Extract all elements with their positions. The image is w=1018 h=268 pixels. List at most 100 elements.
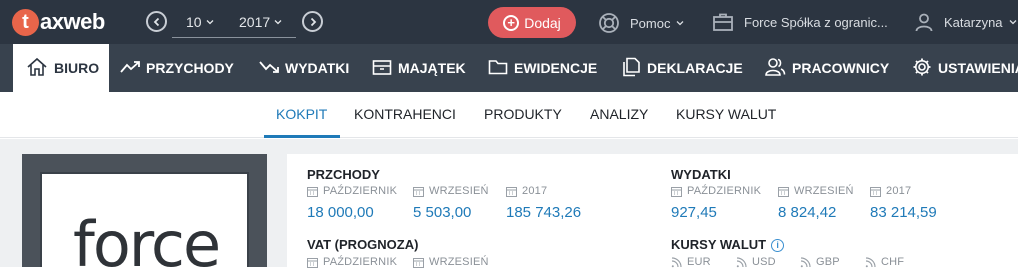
next-period-button[interactable] [302, 11, 323, 32]
nav-item-biuro[interactable]: BIURO [12, 44, 110, 92]
inventory-icon [372, 58, 398, 79]
logo-badge: t [12, 8, 39, 36]
income-value-year[interactable]: 185 743,26 [506, 204, 581, 221]
rss-icon [671, 256, 682, 267]
period-label: PAŹDZIERNIK [687, 185, 762, 197]
nav-item-pracownicy[interactable]: PRACOWNICY [764, 44, 889, 92]
home-icon [26, 57, 54, 80]
nav-label: PRZYCHODY [146, 60, 234, 76]
gear-icon [912, 57, 938, 80]
calendar-icon [413, 257, 424, 268]
nav-item-ustawienia[interactable]: USTAWIENIA [912, 44, 1018, 92]
dashboard-content: force PRZCHODY PAŹDZIERNIK WRZESIEŃ 2017… [0, 139, 1018, 268]
previous-period-button[interactable] [146, 11, 167, 32]
trend-up-icon [120, 60, 146, 77]
currency-code: CHF [881, 256, 905, 268]
tab-analizy[interactable]: ANALIZY [590, 106, 648, 122]
active-tab-indicator [264, 135, 340, 138]
currency-code: GBP [816, 256, 840, 268]
income-title: PRZCHODY [307, 167, 380, 182]
nav-label: DEKLARACJE [647, 60, 743, 76]
help-label: Pomoc [630, 15, 671, 31]
period-label: 2017 [886, 185, 912, 197]
people-icon [764, 57, 792, 80]
rate-chf[interactable]: CHF [865, 256, 904, 268]
calendar-icon [778, 186, 789, 197]
income-period-month: PAŹDZIERNIK [307, 185, 397, 197]
info-icon[interactable]: i [771, 239, 785, 252]
expenses-period-month: PAŹDZIERNIK [671, 185, 761, 197]
expenses-value-month[interactable]: 927,45 [671, 204, 717, 221]
rss-icon [736, 256, 747, 267]
chevron-left-icon [153, 17, 159, 26]
nav-label: BIURO [54, 60, 100, 76]
company-logo-text: force [73, 208, 221, 268]
calendar-icon [506, 186, 517, 197]
company-name: Force Spółka z ogranic... [744, 14, 888, 30]
logo-text: axweb [40, 9, 105, 34]
expenses-title: WYDATKI [671, 167, 731, 182]
expenses-value-prev-month[interactable]: 8 824,42 [778, 204, 836, 221]
briefcase-icon [713, 13, 733, 31]
top-bar: t axweb 10 2017 + Dodaj Pomoc Force Spół… [0, 0, 1018, 44]
rates-title: KURSY WALUT i [671, 237, 785, 252]
add-button[interactable]: + Dodaj [488, 7, 576, 38]
rate-gbp[interactable]: GBP [800, 256, 840, 268]
add-button-label: Dodaj [524, 14, 561, 31]
user-menu[interactable]: Katarzyna [914, 12, 1018, 32]
nav-item-majatek[interactable]: MAJĄTEK [372, 44, 466, 92]
income-value-prev-month[interactable]: 5 503,00 [413, 204, 471, 221]
vat-period-month: PAŹDZIERNIK [307, 256, 397, 268]
chevron-right-icon [310, 17, 316, 26]
company-logo: force [73, 214, 221, 268]
expenses-period-year: 2017 [870, 185, 911, 197]
rate-eur[interactable]: EUR [671, 256, 711, 268]
calendar-icon [870, 186, 881, 197]
income-period-prev-month: WRZESIEŃ [413, 185, 489, 197]
main-navigation: BIURO PRZYCHODY WYDATKI MAJĄTEK EWIDENCJ… [0, 44, 1018, 92]
nav-label: PRACOWNICY [792, 60, 890, 76]
company-menu[interactable]: Force Spółka z ogranic... [712, 12, 888, 32]
rates-title-text: KURSY WALUT [671, 237, 767, 252]
rate-usd[interactable]: USD [736, 256, 776, 268]
documents-icon [621, 57, 647, 80]
nav-item-deklaracje[interactable]: DEKLARACJE [621, 44, 743, 92]
period-selector: 10 2017 [172, 10, 296, 38]
chevron-down-icon [677, 21, 684, 26]
help-menu[interactable]: Pomoc [598, 12, 694, 34]
summary-panel: PRZCHODY PAŹDZIERNIK WRZESIEŃ 2017 18 00… [287, 154, 1018, 268]
user-name: Katarzyna [944, 14, 1003, 30]
period-label: WRZESIEŃ [794, 185, 854, 197]
tab-produkty[interactable]: PRODUKTY [484, 106, 562, 122]
nav-label: EWIDENCJE [514, 60, 598, 76]
company-logo-frame: force [40, 172, 249, 267]
calendar-icon [671, 186, 682, 197]
lifebuoy-icon [599, 13, 619, 33]
period-label: PAŹDZIERNIK [323, 185, 398, 197]
app-logo[interactable]: t axweb [12, 7, 105, 37]
tab-kokpit[interactable]: KOKPIT [276, 106, 327, 122]
nav-item-ewidencje[interactable]: EWIDENCJE [488, 44, 597, 92]
year-select[interactable]: 2017 [239, 14, 282, 30]
sub-navigation: KOKPIT KONTRAHENCI PRODUKTY ANALIZY KURS… [0, 92, 1018, 138]
chevron-down-icon [206, 20, 214, 25]
month-select[interactable]: 10 [186, 14, 214, 30]
tab-kontrahenci[interactable]: KONTRAHENCI [354, 106, 456, 122]
chevron-down-icon [1009, 20, 1017, 25]
rss-icon [800, 256, 811, 267]
chevron-down-icon [274, 20, 282, 25]
calendar-icon [307, 257, 318, 268]
nav-item-wydatki[interactable]: WYDATKI [259, 44, 349, 92]
income-value-month[interactable]: 18 000,00 [307, 204, 374, 221]
user-icon [915, 13, 933, 32]
nav-item-przychody[interactable]: PRZYCHODY [120, 44, 234, 92]
currency-code: USD [752, 256, 776, 268]
expenses-value-year[interactable]: 83 214,59 [870, 204, 937, 221]
company-logo-card: force [22, 154, 267, 267]
nav-label: WYDATKI [285, 60, 350, 76]
rss-icon [865, 256, 876, 267]
vat-title: VAT (PROGNOZA) [307, 237, 419, 252]
tab-kursy-walut[interactable]: KURSY WALUT [676, 106, 776, 122]
calendar-icon [307, 186, 318, 197]
plus-icon: + [503, 14, 520, 31]
